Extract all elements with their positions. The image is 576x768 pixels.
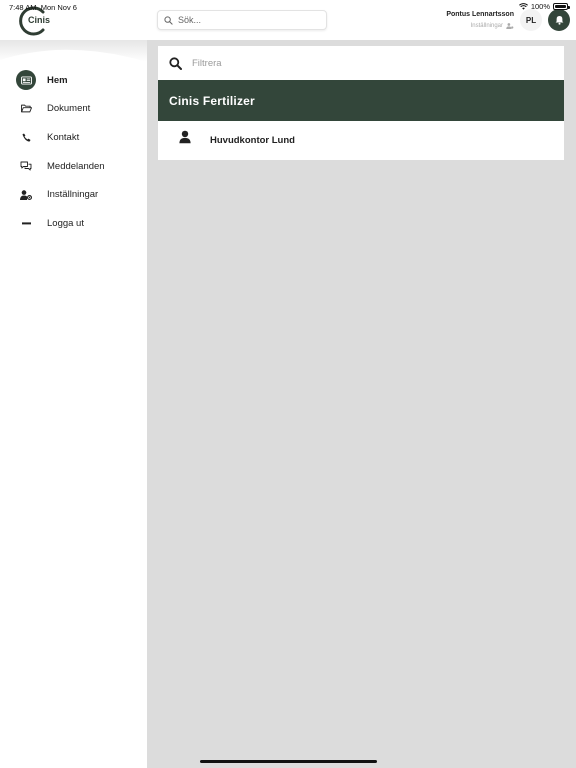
list-item[interactable]: Huvudkontor Lund xyxy=(158,121,564,160)
home-indicator[interactable] xyxy=(200,760,377,763)
sidebar-item-label: Logga ut xyxy=(47,217,84,229)
filter-bar[interactable] xyxy=(158,46,564,80)
avatar-initials: PL xyxy=(525,15,537,25)
user-gear-icon xyxy=(16,185,36,205)
chat-bubbles-icon xyxy=(16,156,36,176)
sidebar-item-label: Dokument xyxy=(47,103,91,115)
sidebar-item-meddelanden[interactable]: Meddelanden xyxy=(0,152,147,181)
company-title: Cinis Fertilizer xyxy=(169,93,255,108)
bell-icon xyxy=(555,15,563,25)
battery-icon xyxy=(553,3,570,10)
phone-icon xyxy=(16,127,36,147)
id-card-icon xyxy=(16,70,36,91)
filter-input[interactable] xyxy=(192,57,532,69)
office-name: Huvudkontor Lund xyxy=(210,135,295,146)
sidebar-item-kontakt[interactable]: Kontakt xyxy=(0,123,147,152)
sidebar-item-label: Inställningar xyxy=(47,189,99,201)
sidebar-item-logga-ut[interactable]: Logga ut xyxy=(0,209,147,238)
company-header: Cinis Fertilizer xyxy=(158,80,564,121)
status-right: 100% xyxy=(518,2,570,11)
sidebar-item-label: Kontakt xyxy=(47,131,80,143)
battery-percent: 100% xyxy=(530,2,550,11)
wifi-icon xyxy=(518,3,528,10)
sidebar-item-installningar[interactable]: Inställningar xyxy=(0,180,147,209)
search-icon xyxy=(164,15,173,25)
logo-text: Cinis xyxy=(28,15,51,25)
sidebar-nav: Hem Dokument Kontakt Meddelanden Inställ… xyxy=(0,66,147,238)
search-input[interactable] xyxy=(178,15,318,25)
search-icon xyxy=(169,56,182,70)
sidebar-item-hem[interactable]: Hem xyxy=(0,66,147,95)
folder-open-icon xyxy=(16,99,36,119)
main-content: Cinis Fertilizer Huvudkontor Lund xyxy=(147,40,576,768)
sidebar-wave-decoration xyxy=(0,40,147,62)
sidebar-item-label: Meddelanden xyxy=(47,160,105,172)
user-settings-link[interactable]: Inställningar xyxy=(446,23,514,29)
sidebar: Hem Dokument Kontakt Meddelanden Inställ… xyxy=(0,40,147,768)
sidebar-item-label: Hem xyxy=(47,74,68,86)
user-gear-icon xyxy=(506,23,514,29)
status-time-date: 7:48 AM Mon Nov 6 xyxy=(9,3,77,12)
person-icon xyxy=(179,130,191,143)
sidebar-item-dokument[interactable]: Dokument xyxy=(0,95,147,124)
status-bar: 7:48 AM Mon Nov 6 100% xyxy=(0,0,576,14)
minus-icon xyxy=(16,213,36,233)
user-settings-label: Inställningar xyxy=(470,23,503,29)
